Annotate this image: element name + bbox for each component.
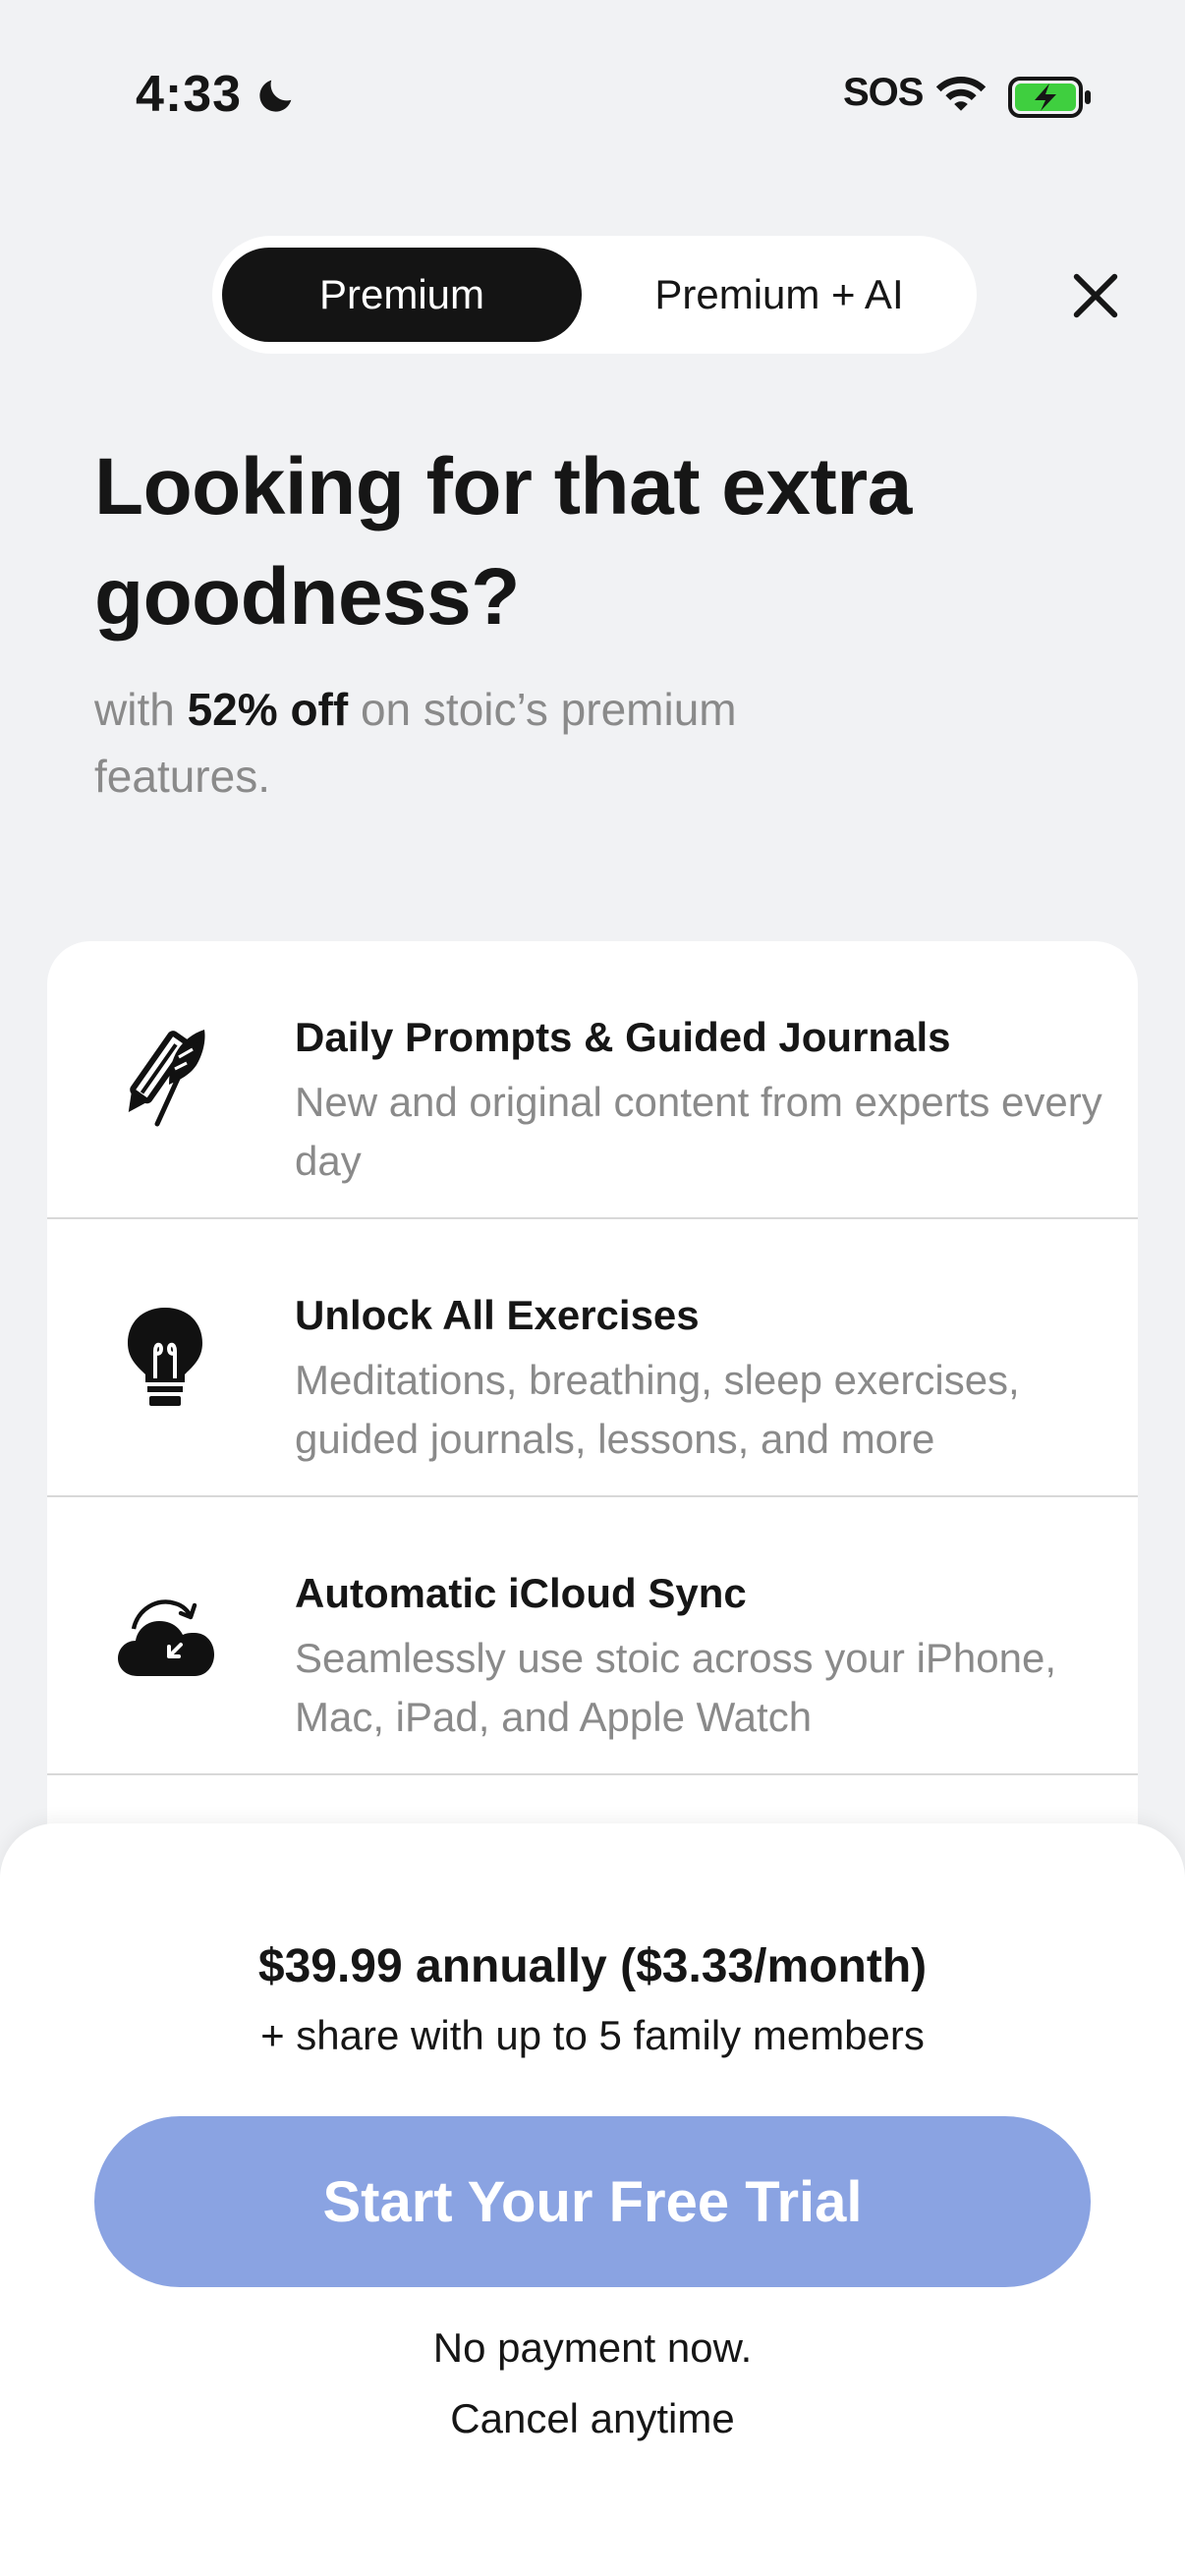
battery-charging-icon — [1008, 77, 1091, 118]
tab-premium[interactable]: Premium — [222, 248, 582, 342]
family-sharing-label: + share with up to 5 family members — [260, 2012, 925, 2058]
feature-description: New and original content from experts ev… — [295, 1079, 1102, 1184]
discount-subtitle: with 52% off on stoic’s premium features… — [94, 676, 782, 810]
feature-description: Seamlessly use stoic across your iPhone,… — [295, 1635, 1057, 1740]
no-payment-note: No payment now. — [432, 2324, 753, 2371]
feature-title: Unlock All Exercises — [295, 1292, 700, 1338]
moon-icon — [259, 80, 292, 112]
tab-premium-ai[interactable]: Premium + AI — [595, 248, 963, 342]
feature-item: Unlock All Exercises Meditations, breath… — [47, 1219, 1138, 1497]
subtitle-prefix: with — [94, 684, 188, 735]
paywall-screen: 4:33 SOS Premium Premium + AI Looking fo… — [0, 0, 1185, 2576]
lightbulb-icon — [128, 1308, 202, 1406]
discount-highlight: 52% off — [187, 684, 349, 735]
feature-item: Automatic iCloud Sync Seamlessly use sto… — [47, 1497, 1138, 1775]
status-time: 4:33 — [136, 66, 243, 123]
cloud-sync-icon — [118, 1599, 214, 1676]
feature-description: Meditations, breathing, sleep exercises,… — [295, 1357, 1020, 1462]
page-title: Looking for that extra goodness? — [94, 442, 912, 642]
feature-item: Daily Prompts & Guided Journals New and … — [47, 941, 1138, 1219]
cancel-anytime-note: Cancel anytime — [450, 2395, 735, 2441]
price-label: $39.99 annually ($3.33/month) — [257, 1940, 928, 1992]
start-free-trial-button[interactable]: Start Your Free Trial — [94, 2116, 1091, 2287]
pencil-feather-icon — [128, 1030, 205, 1127]
purchase-sheet: $39.99 annually ($3.33/month) + share wi… — [0, 1823, 1185, 2576]
wifi-icon — [935, 77, 987, 111]
status-bar: 4:33 SOS — [0, 0, 1185, 196]
feature-title: Automatic iCloud Sync — [295, 1570, 747, 1616]
sos-indicator: SOS — [843, 71, 924, 114]
features-card: Daily Prompts & Guided Journals New and … — [47, 941, 1138, 1924]
close-icon[interactable] — [1067, 267, 1124, 324]
plan-segmented-control: Premium Premium + AI — [212, 236, 977, 354]
feature-title: Daily Prompts & Guided Journals — [295, 1014, 951, 1060]
